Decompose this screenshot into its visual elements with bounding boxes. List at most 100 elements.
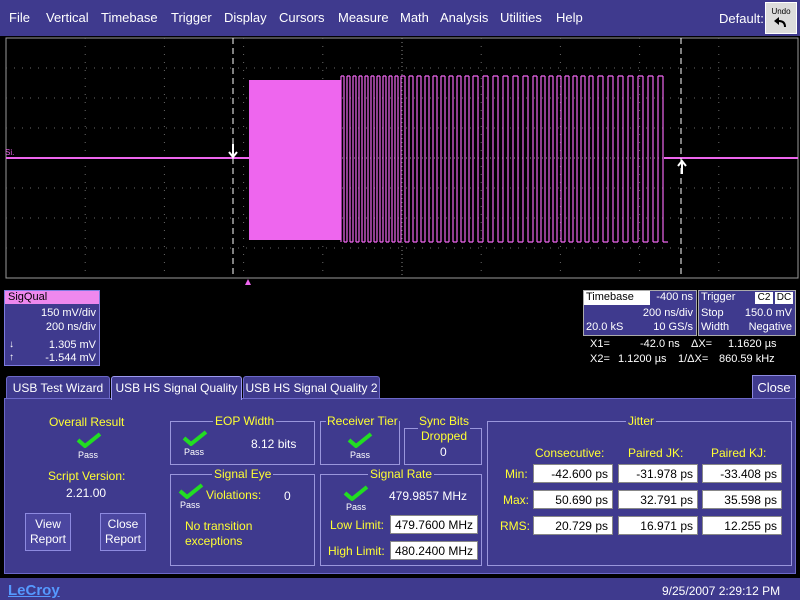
jitter-rms-consecutive[interactable]: 20.729 ps — [533, 516, 613, 535]
jitter-rms-paired-jk[interactable]: 16.971 ps — [618, 516, 698, 535]
eop-pass-check-icon — [182, 430, 208, 446]
sync-bits-title: Sync Bits Dropped — [418, 414, 470, 444]
timebase-descriptor[interactable]: Timebase -400 ns 200 ns/div 20.0 kS 10 G… — [583, 290, 697, 336]
eop-width-value: 8.12 bits — [251, 437, 297, 451]
menu-analysis[interactable]: Analysis — [440, 10, 488, 25]
sigqual-tdiv: 200 ns/div — [45, 321, 96, 333]
sigqual-descriptor[interactable]: SigQual 150 mV/div 200 ns/div ↓ 1.305 mV… — [4, 290, 100, 366]
jitter-row-min-label: Min: — [505, 467, 528, 481]
trigger-coupling-badge: DC — [775, 292, 793, 304]
signal-rate-title: Signal Rate — [368, 467, 435, 481]
high-limit-label: High Limit: — [328, 544, 385, 558]
close-report-button[interactable]: Close Report — [100, 513, 146, 551]
trigger-descriptor[interactable]: Trigger C2 DC Stop 150.0 mV Width Negati… — [698, 290, 796, 336]
sigqual-down-value: 1.305 mV — [48, 339, 96, 351]
sigqual-up-value: -1.544 mV — [45, 352, 96, 364]
sigqual-title: SigQual — [5, 291, 99, 304]
trigger-level: 150.0 mV — [744, 307, 792, 319]
overall-pass-check-icon — [76, 432, 102, 448]
menu-utilities[interactable]: Utilities — [500, 10, 542, 25]
waveform-display[interactable]: Si. — [0, 36, 800, 288]
trigger-channel-badge: C2 — [755, 292, 773, 304]
cursor-x2-label: X2= — [590, 353, 610, 365]
low-limit-label: Low Limit: — [330, 518, 385, 532]
sigqual-vdiv: 150 mV/div — [40, 307, 96, 319]
eop-width-title: EOP Width — [213, 414, 277, 428]
menu-bar: File Vertical Timebase Trigger Display C… — [0, 0, 800, 36]
cursor-x2-up-arrow-icon — [677, 159, 687, 174]
trigger-type: Width — [701, 321, 730, 333]
jitter-title: Jitter — [626, 414, 657, 428]
rate-pass-status: Pass — [346, 502, 367, 512]
default-setup-label[interactable]: Default: — [719, 11, 764, 26]
cursor-x1-value: -42.0 ns — [640, 338, 680, 350]
cursor-dx-label: ΔX= — [691, 338, 713, 350]
datetime: 9/25/2007 2:29:12 PM — [662, 584, 781, 598]
cursor-inv-label: 1/ΔX= — [678, 353, 709, 365]
menu-file[interactable]: File — [9, 10, 30, 25]
menu-math[interactable]: Math — [400, 10, 429, 25]
jitter-max-paired-jk[interactable]: 32.791 ps — [618, 490, 698, 509]
trigger-mode: Stop — [701, 307, 724, 319]
menu-help[interactable]: Help — [556, 10, 583, 25]
timebase-offset: -400 ns — [656, 291, 693, 303]
eye-violations-label: Violations: — [206, 488, 262, 502]
cursor-x2-value: 1.1200 µs — [618, 353, 667, 365]
menu-vertical[interactable]: Vertical — [46, 10, 89, 25]
view-report-button[interactable]: View Report — [25, 513, 71, 551]
overall-result-title: Overall Result — [49, 415, 125, 429]
menu-cursors[interactable]: Cursors — [279, 10, 325, 25]
close-button[interactable]: Close — [752, 375, 796, 400]
cursor-dx-value: 1.1620 µs — [728, 338, 777, 350]
receiver-tier-title: Receiver Tier — [326, 414, 399, 428]
sync-bits-value: 0 — [440, 445, 447, 459]
waveform-grid: Si. — [5, 37, 799, 285]
trigger-slope: Negative — [748, 321, 792, 333]
lecroy-logo: LeCroy — [8, 582, 60, 599]
tab-usb-test-wizard[interactable]: USB Test Wizard — [6, 376, 110, 399]
trigger-position-marker-icon[interactable] — [245, 279, 251, 285]
jitter-min-paired-jk[interactable]: -31.978 ps — [618, 464, 698, 483]
low-limit-field[interactable]: 479.7600 MHz — [390, 515, 478, 534]
undo-icon — [774, 17, 786, 27]
tab-usb-hs-signal-quality-2[interactable]: USB HS Signal Quality 2 — [243, 376, 380, 399]
down-arrow-icon: ↓ — [9, 339, 14, 350]
trigger-label: Trigger — [701, 291, 736, 303]
eye-note: No transition exceptions — [185, 519, 253, 548]
tab-usb-hs-signal-quality[interactable]: USB HS Signal Quality — [111, 376, 242, 400]
receiver-pass-check-icon — [347, 432, 373, 448]
menu-display[interactable]: Display — [224, 10, 267, 25]
jitter-min-consecutive[interactable]: -42.600 ps — [533, 464, 613, 483]
up-arrow-icon: ↑ — [9, 352, 14, 363]
undo-button[interactable]: Undo — [765, 2, 797, 34]
script-version-label: Script Version: — [48, 469, 126, 483]
cursor-x1-down-arrow-icon — [228, 144, 238, 159]
jitter-col-paired-kj: Paired KJ: — [711, 446, 767, 460]
trace-label: Si. — [5, 148, 14, 157]
jitter-max-consecutive[interactable]: 50.690 ps — [533, 490, 613, 509]
undo-label: Undo — [771, 7, 791, 16]
high-limit-field[interactable]: 480.2400 MHz — [390, 541, 478, 560]
overall-pass-status: Pass — [78, 450, 99, 460]
jitter-col-consecutive: Consecutive: — [535, 446, 605, 460]
jitter-col-paired-jk: Paired JK: — [628, 446, 684, 460]
signal-rate-value: 479.9857 MHz — [389, 489, 468, 503]
menu-trigger[interactable]: Trigger — [171, 10, 212, 25]
jitter-row-rms-label: RMS: — [500, 519, 530, 533]
jitter-rms-paired-kj[interactable]: 12.255 ps — [702, 516, 782, 535]
rate-pass-check-icon — [343, 485, 369, 501]
timebase-rate: 10 GS/s — [653, 321, 693, 333]
jitter-min-paired-kj[interactable]: -33.408 ps — [702, 464, 782, 483]
menu-timebase[interactable]: Timebase — [101, 10, 158, 25]
eye-pass-check-icon — [178, 483, 204, 499]
signal-eye-title: Signal Eye — [212, 467, 274, 481]
script-version-value: 2.21.00 — [66, 486, 107, 500]
menu-measure[interactable]: Measure — [338, 10, 389, 25]
timebase-samples: 20.0 kS — [586, 321, 624, 333]
timebase-tdiv: 200 ns/div — [642, 307, 693, 319]
jitter-max-paired-kj[interactable]: 35.598 ps — [702, 490, 782, 509]
cursor-inv-value: 860.59 kHz — [719, 353, 775, 365]
cursor-x1-label: X1= — [590, 338, 610, 350]
eye-violations-value: 0 — [284, 489, 291, 503]
eop-pass-status: Pass — [184, 447, 205, 457]
